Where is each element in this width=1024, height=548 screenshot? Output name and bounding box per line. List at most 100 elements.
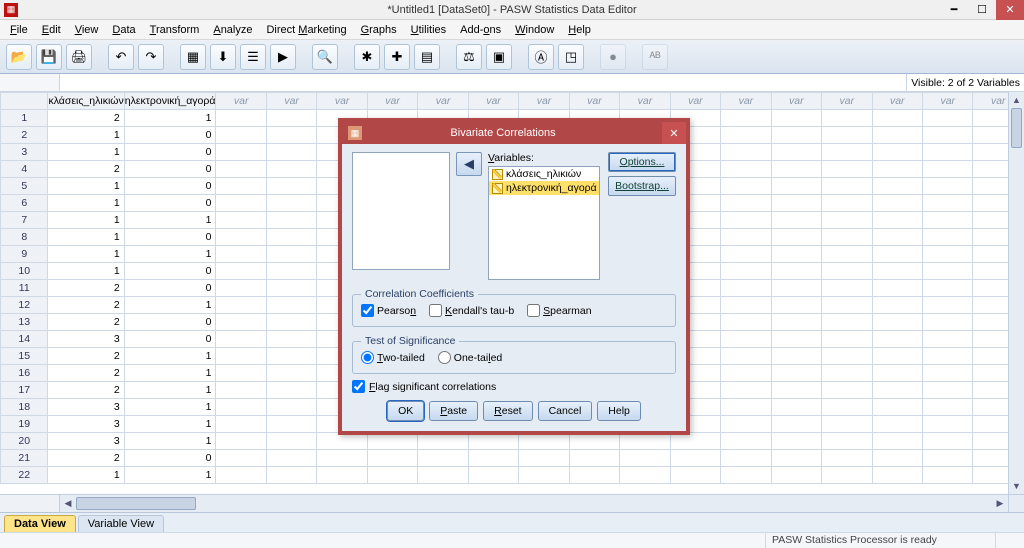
scroll-up-icon[interactable]: ▲: [1009, 92, 1024, 108]
data-cell[interactable]: 1: [48, 178, 124, 195]
data-cell[interactable]: 1: [48, 229, 124, 246]
empty-cell[interactable]: [872, 399, 922, 416]
empty-cell[interactable]: [569, 433, 619, 450]
empty-cell[interactable]: [317, 450, 367, 467]
data-cell[interactable]: 1: [124, 246, 216, 263]
empty-cell[interactable]: [923, 433, 973, 450]
empty-cell[interactable]: [771, 178, 821, 195]
row-header[interactable]: 22: [1, 467, 48, 484]
pearson-checkbox[interactable]: Pearson: [361, 304, 416, 317]
data-cell[interactable]: 1: [124, 467, 216, 484]
data-cell[interactable]: 1: [48, 127, 124, 144]
empty-cell[interactable]: [771, 314, 821, 331]
col-header-empty[interactable]: var: [771, 93, 821, 110]
empty-cell[interactable]: [822, 348, 872, 365]
empty-cell[interactable]: [771, 263, 821, 280]
data-cell[interactable]: 0: [124, 280, 216, 297]
empty-cell[interactable]: [822, 467, 872, 484]
row-header[interactable]: 8: [1, 229, 48, 246]
menu-help[interactable]: Help: [562, 22, 597, 38]
empty-cell[interactable]: [266, 110, 316, 127]
move-left-button[interactable]: ◀: [456, 152, 482, 176]
empty-cell[interactable]: [266, 348, 316, 365]
tab-variable-view[interactable]: Variable View: [78, 515, 164, 532]
data-cell[interactable]: 1: [124, 297, 216, 314]
show-all-icon[interactable]: ●: [600, 44, 626, 70]
goto-var-icon[interactable]: ⬇: [210, 44, 236, 70]
empty-cell[interactable]: [721, 229, 771, 246]
empty-cell[interactable]: [216, 331, 266, 348]
data-cell[interactable]: 0: [124, 195, 216, 212]
empty-cell[interactable]: [923, 246, 973, 263]
empty-cell[interactable]: [367, 467, 417, 484]
empty-cell[interactable]: [266, 416, 316, 433]
empty-cell[interactable]: [822, 229, 872, 246]
row-header[interactable]: 20: [1, 433, 48, 450]
window-close[interactable]: ✕: [996, 0, 1024, 20]
col-header-empty[interactable]: var: [468, 93, 518, 110]
find-icon[interactable]: 🔍: [312, 44, 338, 70]
empty-cell[interactable]: [872, 246, 922, 263]
bootstrap-button[interactable]: Bootstrap...: [608, 176, 676, 196]
empty-cell[interactable]: [822, 399, 872, 416]
col-header-empty[interactable]: var: [670, 93, 720, 110]
empty-cell[interactable]: [771, 348, 821, 365]
empty-cell[interactable]: [721, 331, 771, 348]
data-cell[interactable]: 2: [48, 314, 124, 331]
row-header[interactable]: 2: [1, 127, 48, 144]
empty-cell[interactable]: [872, 467, 922, 484]
empty-cell[interactable]: [822, 161, 872, 178]
empty-cell[interactable]: [771, 399, 821, 416]
dialog-close-button[interactable]: ✕: [662, 122, 686, 144]
empty-cell[interactable]: [923, 127, 973, 144]
empty-cell[interactable]: [721, 348, 771, 365]
empty-cell[interactable]: [923, 399, 973, 416]
empty-cell[interactable]: [216, 178, 266, 195]
col-header-empty[interactable]: var: [569, 93, 619, 110]
data-cell[interactable]: 1: [48, 263, 124, 280]
empty-cell[interactable]: [266, 382, 316, 399]
row-header[interactable]: 6: [1, 195, 48, 212]
empty-cell[interactable]: [670, 433, 720, 450]
empty-cell[interactable]: [822, 280, 872, 297]
empty-cell[interactable]: [923, 263, 973, 280]
menu-data[interactable]: Data: [106, 22, 141, 38]
empty-cell[interactable]: [872, 127, 922, 144]
empty-cell[interactable]: [771, 212, 821, 229]
cancel-button[interactable]: Cancel: [538, 401, 593, 421]
row-header[interactable]: 12: [1, 297, 48, 314]
empty-cell[interactable]: [923, 416, 973, 433]
data-cell[interactable]: 0: [124, 127, 216, 144]
empty-cell[interactable]: [771, 246, 821, 263]
data-cell[interactable]: 1: [124, 416, 216, 433]
col-header-0[interactable]: κλάσεις_ηλικιών: [48, 93, 124, 110]
empty-cell[interactable]: [367, 450, 417, 467]
scroll-thumb-horizontal[interactable]: [76, 497, 196, 510]
row-header[interactable]: 10: [1, 263, 48, 280]
menu-utilities[interactable]: Utilities: [405, 22, 452, 38]
empty-cell[interactable]: [266, 433, 316, 450]
empty-cell[interactable]: [721, 127, 771, 144]
empty-cell[interactable]: [216, 297, 266, 314]
horizontal-scrollbar[interactable]: ◀ ▶: [60, 494, 1008, 512]
empty-cell[interactable]: [266, 263, 316, 280]
spearman-checkbox[interactable]: Spearman: [527, 304, 591, 317]
empty-cell[interactable]: [216, 263, 266, 280]
col-header-empty[interactable]: var: [620, 93, 670, 110]
empty-cell[interactable]: [923, 195, 973, 212]
empty-cell[interactable]: [872, 195, 922, 212]
row-header[interactable]: 9: [1, 246, 48, 263]
empty-cell[interactable]: [216, 382, 266, 399]
empty-cell[interactable]: [721, 212, 771, 229]
source-variables-list[interactable]: [352, 152, 450, 270]
empty-cell[interactable]: [266, 195, 316, 212]
data-cell[interactable]: 1: [124, 110, 216, 127]
data-cell[interactable]: 3: [48, 399, 124, 416]
empty-cell[interactable]: [216, 314, 266, 331]
data-cell[interactable]: 1: [48, 144, 124, 161]
menu-transform[interactable]: Transform: [144, 22, 206, 38]
data-cell[interactable]: 1: [48, 467, 124, 484]
col-header-empty[interactable]: var: [721, 93, 771, 110]
empty-cell[interactable]: [216, 161, 266, 178]
empty-cell[interactable]: [822, 212, 872, 229]
